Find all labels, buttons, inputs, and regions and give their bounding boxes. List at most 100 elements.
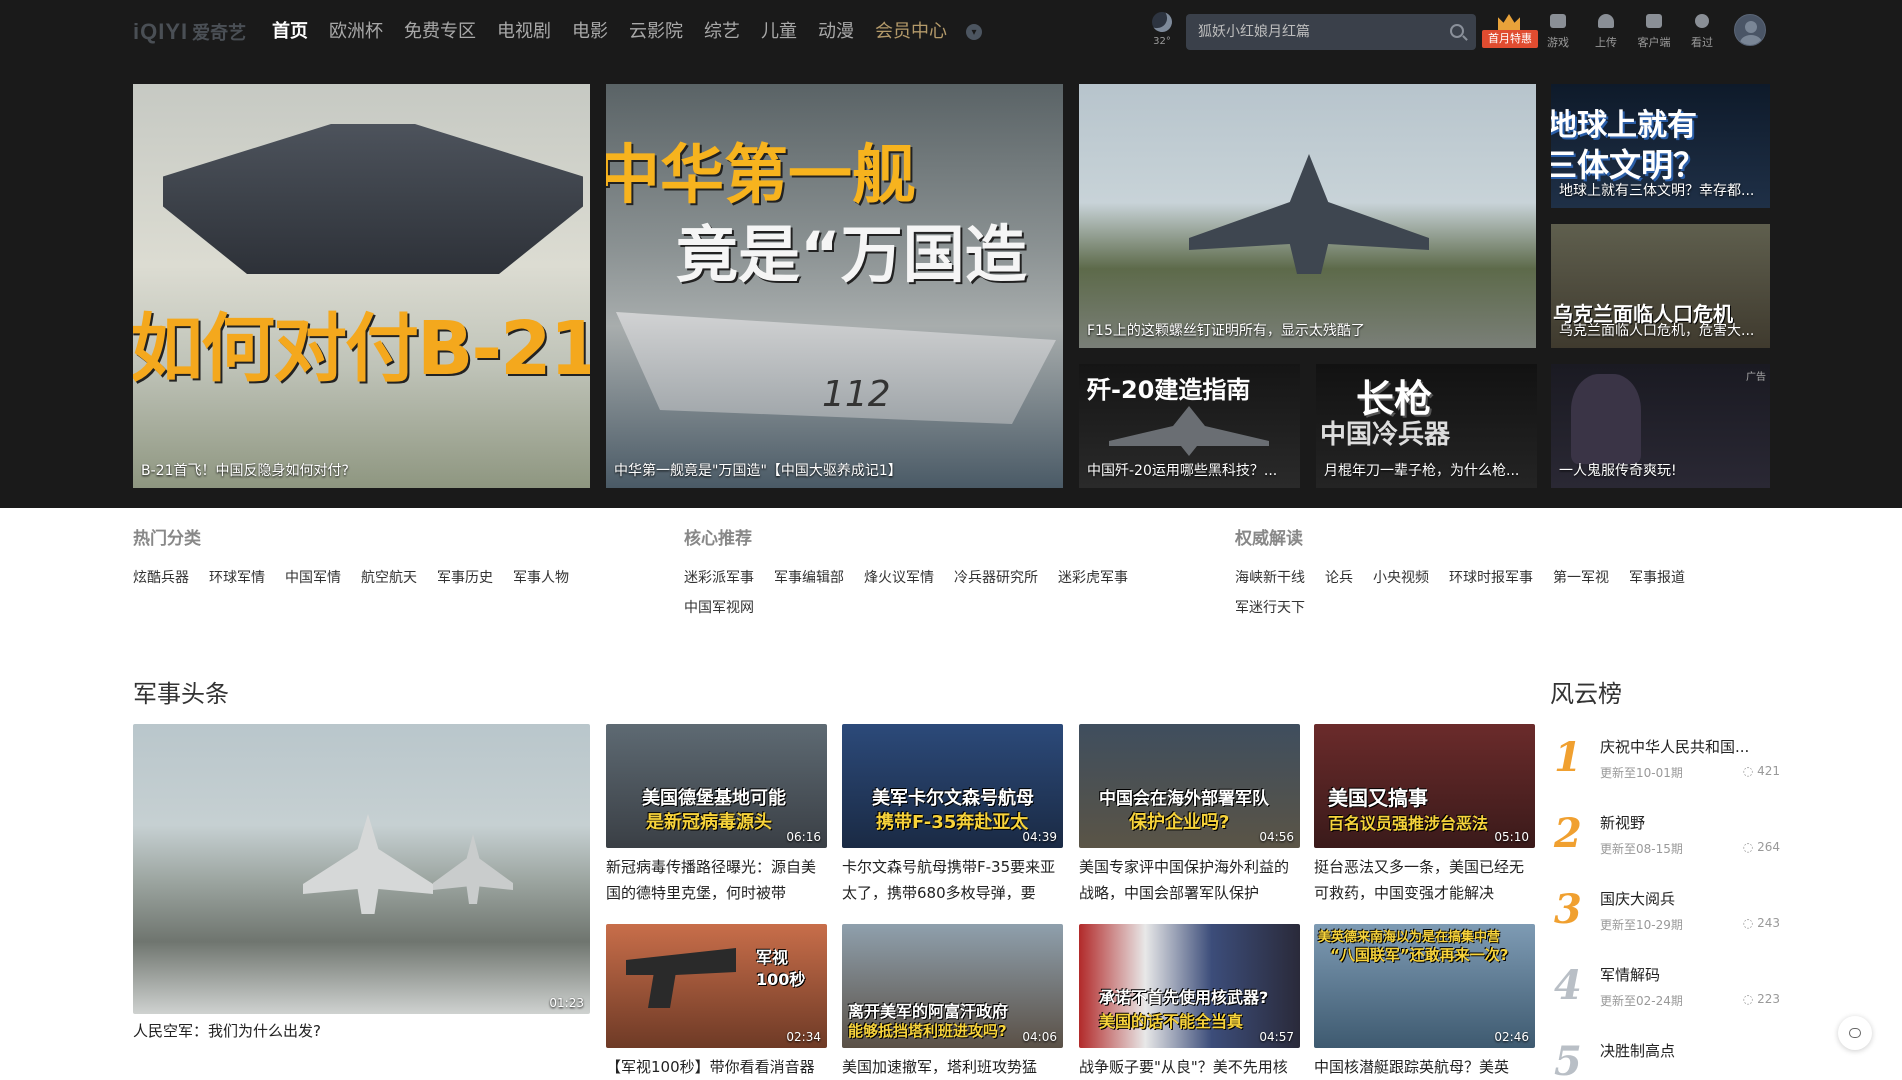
category-link[interactable]: 小央视频 <box>1373 569 1429 587</box>
category-link[interactable]: 航空航天 <box>361 569 417 587</box>
ad-caption: 一人鬼服传奇爽玩! <box>1559 463 1677 479</box>
category-links: 迷彩派军事 军事编辑部 烽火议军情 冷兵器研究所 迷彩虎军事 中国军视网 <box>684 569 1184 617</box>
client-label: 客户端 <box>1637 36 1671 49</box>
spear-caption: 月棍年刀一辈子枪，为什么枪... <box>1324 463 1520 479</box>
nav-anime[interactable]: 动漫 <box>818 18 854 46</box>
moon-icon <box>1149 9 1175 35</box>
nav-vip-center[interactable]: 会员中心 <box>875 18 947 46</box>
rank-item[interactable]: 2 新视野 更新至08-15期 ◌ 264 <box>1550 806 1780 866</box>
nav-tv-series[interactable]: 电视剧 <box>497 18 551 46</box>
category-link[interactable]: 迷彩派军事 <box>684 569 754 587</box>
side-tile-ukraine[interactable]: 乌克兰面临人口危机 乌克兰面临人口危机，危害大... <box>1551 224 1770 348</box>
nav-home[interactable]: 首页 <box>272 18 308 46</box>
thumb-overlay-text: 美国的话不能全当真 <box>1099 1012 1244 1031</box>
category-link[interactable]: 军事编辑部 <box>774 569 844 587</box>
headline-card[interactable]: 离开美军的阿富汗政府 能够抵挡塔利班进攻吗? 04:06 美国加速撤军，塔利班攻… <box>842 924 1063 1080</box>
thumb-overlay-text: 中国会在海外部署军队 <box>1099 789 1269 809</box>
history-button[interactable]: 看过 <box>1682 14 1722 50</box>
threebody-title-1: 地球上就有 <box>1551 108 1697 143</box>
search-icon[interactable] <box>1450 24 1464 38</box>
video-duration: 05:10 <box>1494 830 1529 844</box>
headline-card[interactable]: 美英德来南海以为是在搞集中营 “八国联军”还敢再来一次? 02:46 中国核潜艇… <box>1314 924 1535 1080</box>
section-title: 军事头条 <box>133 680 229 708</box>
upload-button[interactable]: 上传 <box>1586 14 1626 50</box>
rank-item[interactable]: 4 军情解码 更新至02-24期 ◌ 223 <box>1550 958 1780 1018</box>
ship-title-2: 竟是“万国造 <box>676 218 1027 291</box>
rank-item[interactable]: 3 国庆大阅兵 更新至10-29期 ◌ 243 <box>1550 882 1780 942</box>
games-button[interactable]: 游戏 <box>1538 14 1578 50</box>
hero-tile-ship[interactable]: 中华第一舰 竟是“万国造 112 中华第一舰竟是"万国造"【中国大驱养成记1】 <box>606 84 1063 488</box>
video-duration: 04:56 <box>1259 830 1294 844</box>
category-link[interactable]: 炫酷兵器 <box>133 569 189 587</box>
category-link[interactable]: 海峡新干线 <box>1235 569 1305 587</box>
video-thumbnail: 军视 100秒 02:34 <box>606 924 827 1048</box>
category-link[interactable]: 环球军情 <box>209 569 265 587</box>
thumb-overlay-text: 携带F-35奔赴亚太 <box>876 812 1029 833</box>
chevron-down-icon[interactable]: ▾ <box>966 24 982 40</box>
side-tile-threebody[interactable]: 地球上就有 三体文明？ 地球上就有三体文明？幸存都... <box>1551 84 1770 208</box>
nav-cloud-cinema[interactable]: 云影院 <box>629 18 683 46</box>
headline-card[interactable]: 承诺不首先使用核武器? 美国的话不能全当真 04:57 战争贩子要"从良"？美不… <box>1079 924 1300 1080</box>
hot-count: 421 <box>1757 764 1780 778</box>
category-link[interactable]: 中国军情 <box>285 569 341 587</box>
rank-item-update: 更新至08-15期 <box>1600 842 1683 856</box>
video-thumbnail: 中国会在海外部署军队 保护企业吗? 04:56 <box>1079 724 1300 848</box>
category-link[interactable]: 第一军视 <box>1553 569 1609 587</box>
headline-card[interactable]: 美国德堡基地可能 是新冠病毒源头 06:16 新冠病毒传播路径曝光：源自美国的德… <box>606 724 827 906</box>
jet-shape <box>1189 154 1429 274</box>
headline-card[interactable]: 中国会在海外部署军队 保护企业吗? 04:56 美国专家评中国保护海外利益的战略… <box>1079 724 1300 906</box>
headline-card[interactable]: 军视 100秒 02:34 【军视100秒】带你看看消音器 <box>606 924 827 1080</box>
avatar[interactable] <box>1734 14 1766 46</box>
headline-card[interactable]: 美军卡尔文森号航母 携带F-35奔赴亚太 04:39 卡尔文森号航母携带F-35… <box>842 724 1063 906</box>
nav-free-zone[interactable]: 免费专区 <box>404 18 476 46</box>
hero-tile-spear[interactable]: 长枪 中国冷兵器 月棍年刀一辈子枪，为什么枪... <box>1316 364 1537 488</box>
rank-item-hot: ◌ 243 <box>1743 916 1780 930</box>
category-link[interactable]: 军事人物 <box>513 569 569 587</box>
search-input[interactable] <box>1198 14 1438 50</box>
nav-euro-cup[interactable]: 欧洲杯 <box>329 18 383 46</box>
nav-movies[interactable]: 电影 <box>572 18 608 46</box>
headline-card[interactable]: 美国又搞事 百名议员强推涉台恶法 05:10 挺台恶法又多一条，美国已经无可救药… <box>1314 724 1535 906</box>
rank-item[interactable]: 5 决胜制高点 <box>1550 1034 1780 1080</box>
top-banner-section: iQIYI 爱奇艺 首页 欧洲杯 免费专区 电视剧 电影 云影院 综艺 儿童 动… <box>0 0 1902 508</box>
games-label: 游戏 <box>1547 36 1569 49</box>
logo-en: iQIYI <box>133 19 189 44</box>
video-duration: 04:57 <box>1259 1030 1294 1044</box>
category-link[interactable]: 冷兵器研究所 <box>954 569 1038 587</box>
category-link[interactable]: 军事历史 <box>437 569 493 587</box>
rank-item-hot: ◌ 223 <box>1743 992 1780 1006</box>
nav-kids[interactable]: 儿童 <box>761 18 797 46</box>
weather-widget[interactable]: 32° <box>1148 9 1176 47</box>
headline-main-card[interactable]: 01:23 人民空军：我们为什么出发? <box>133 724 590 1044</box>
video-title: 战争贩子要"从良"？美不先用核 <box>1079 1058 1288 1076</box>
category-link[interactable]: 中国军视网 <box>684 599 754 617</box>
category-link[interactable]: 烽火议军情 <box>864 569 934 587</box>
hero-tile-b21[interactable]: 如何对付B-21 B-21首飞！中国反隐身如何对付? <box>133 84 590 488</box>
promo-badge[interactable]: 首月特惠 <box>1482 14 1538 50</box>
rank-item[interactable]: 1 庆祝中华人民共和国... 更新至10-01期 ◌ 421 <box>1550 730 1780 790</box>
ship-caption: 中华第一舰竟是"万国造"【中国大驱养成记1】 <box>614 463 902 479</box>
hero-tile-jet[interactable]: F15上的这颗螺丝钉证明所有，显示太残酷了 <box>1079 84 1536 348</box>
nav-variety[interactable]: 综艺 <box>704 18 740 46</box>
top-nav: iQIYI 爱奇艺 首页 欧洲杯 免费专区 电视剧 电影 云影院 综艺 儿童 动… <box>0 0 1902 64</box>
category-link[interactable]: 环球时报军事 <box>1449 569 1533 587</box>
feedback-button[interactable] <box>1838 1016 1872 1050</box>
category-link[interactable]: 论兵 <box>1325 569 1353 587</box>
category-link[interactable]: 军事报道 <box>1629 569 1685 587</box>
clock-icon <box>1695 14 1709 28</box>
flame-icon: ◌ <box>1742 916 1758 930</box>
video-title: 美国加速撤军，塔利班攻势猛 <box>842 1058 1038 1076</box>
client-button[interactable]: 客户端 <box>1634 14 1674 50</box>
hero-tile-j20[interactable]: 歼-20建造指南 中国歼-20运用哪些黑科技？... <box>1079 364 1300 488</box>
rank-item-hot: ◌ 264 <box>1743 840 1780 854</box>
video-duration: 02:34 <box>786 1030 821 1044</box>
video-title: 中国核潜艇跟踪英航母？美英 <box>1314 1058 1510 1076</box>
rank-number: 1 <box>1554 734 1582 781</box>
thumb-overlay-text: 离开美军的阿富汗政府 <box>848 1002 1009 1021</box>
thumb-overlay-text: 承诺不首先使用核武器? <box>1099 988 1269 1007</box>
side-tile-ad[interactable]: 广告 一人鬼服传奇爽玩! <box>1551 364 1770 488</box>
iqiyi-logo[interactable]: iQIYI 爱奇艺 <box>133 18 246 46</box>
thumb-overlay-text: 美国又搞事 <box>1328 786 1428 810</box>
category-link[interactable]: 军迷行天下 <box>1235 599 1305 617</box>
category-link[interactable]: 迷彩虎军事 <box>1058 569 1128 587</box>
